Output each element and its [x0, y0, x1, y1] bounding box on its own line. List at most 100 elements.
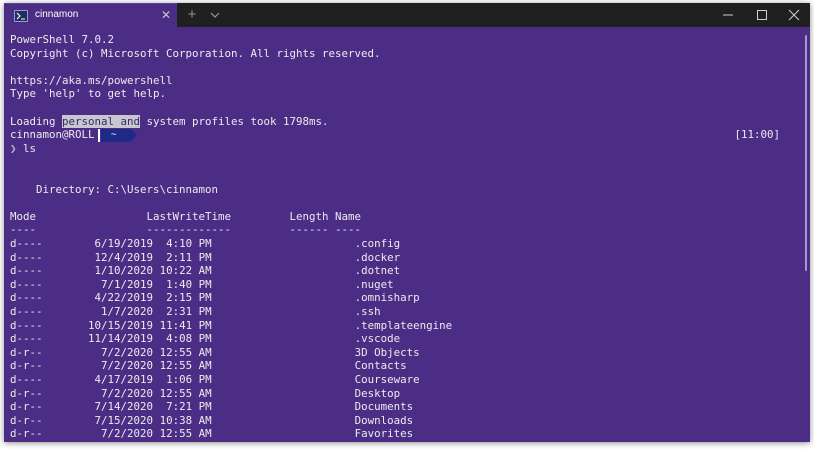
row-mode: d----	[10, 305, 43, 318]
header-line: https://aka.ms/powershell	[10, 73, 173, 87]
row-time: 1:06 PM	[166, 373, 212, 386]
row-date: 1/7/2020	[101, 305, 154, 318]
row-time: 4:10 PM	[166, 237, 212, 250]
row-date: 7/15/2020	[94, 413, 154, 427]
new-tab-button[interactable]: +	[183, 6, 201, 24]
command-line: ❯ ls	[10, 142, 36, 156]
row-name: .templateengine	[354, 318, 453, 332]
close-icon	[788, 9, 800, 21]
row-time: 12:55 AM	[159, 386, 212, 400]
row-name: Downloads	[354, 413, 414, 427]
loading-prefix: Loading	[10, 114, 63, 128]
minimize-button[interactable]	[712, 3, 744, 27]
table-row: d-r-- 7/15/2020 10:38 AM Downloads	[10, 414, 413, 428]
row-time: 10:22 AM	[159, 264, 212, 278]
row-date: 7/14/2020	[94, 400, 154, 414]
row-mode: d----	[10, 277, 43, 291]
row-date: 1/10/2020	[94, 264, 154, 278]
row-name: .omnisharp	[354, 291, 420, 305]
command-text: ls	[23, 141, 37, 155]
chevron-down-icon[interactable]	[206, 6, 224, 24]
row-mode: d-r--	[10, 359, 43, 373]
row-time: 10:38 AM	[159, 413, 212, 427]
row-mode: d----	[10, 373, 43, 386]
header-line: Copyright (c) Microsoft Corporation. All…	[10, 46, 381, 60]
table-row: d---- 4/22/2019 2:15 PM .omnisharp	[10, 291, 420, 305]
row-mode: d-r--	[10, 400, 43, 414]
row-mode: d----	[10, 264, 43, 278]
row-time: 2:11 PM	[166, 250, 212, 264]
scrollbar-thumb[interactable]	[805, 35, 807, 271]
text-selection[interactable]: personal and	[62, 114, 141, 128]
table-row: d---- 7/1/2019 1:40 PM .nuget	[10, 278, 394, 292]
row-mode: d----	[10, 250, 43, 264]
row-mode: d-r--	[10, 427, 43, 441]
row-name: Favorites	[354, 427, 414, 441]
row-time: 12:55 AM	[159, 359, 212, 373]
row-name: .nuget	[354, 277, 394, 291]
table-header: Mode LastWriteTime Length Name	[10, 209, 362, 223]
row-date: 4/22/2019	[94, 291, 154, 305]
row-name: .dotnet	[354, 264, 401, 278]
minimize-icon	[723, 14, 733, 16]
row-name: .ssh	[354, 305, 381, 318]
row-mode: d----	[10, 318, 43, 332]
row-date: 4/17/2019	[94, 373, 154, 386]
title-bar: cinnamon ✕ +	[4, 3, 810, 27]
row-mode: d-r--	[10, 413, 43, 427]
row-date: 7/2/2020	[101, 359, 154, 373]
table-row: d---- 10/15/2019 11:41 PM .templateengin…	[10, 319, 452, 333]
row-time: 11:41 PM	[159, 318, 212, 332]
terminal-output[interactable]: PowerShell 7.0.2 Copyright (c) Microsoft…	[4, 27, 802, 442]
tab-close-icon[interactable]: ✕	[160, 8, 172, 22]
table-row: d---- 1/7/2020 2:31 PM .ssh	[10, 305, 381, 319]
table-row: d---- 12/4/2019 2:11 PM .docker	[10, 251, 400, 265]
table-row: d-r-- 7/2/2020 12:55 AM Desktop	[10, 387, 400, 401]
terminal-window: cinnamon ✕ + PowerShell 7.0.2 Copyright …	[4, 3, 810, 442]
row-mode: d-r--	[10, 345, 43, 359]
row-time: 2:31 PM	[166, 305, 212, 318]
tab-title: cinnamon	[35, 9, 79, 20]
close-button[interactable]	[778, 3, 810, 27]
row-time: 2:15 PM	[166, 291, 212, 305]
tab-cinnamon[interactable]: cinnamon ✕	[4, 3, 177, 27]
table-row: d-r-- 7/2/2020 12:55 AM Favorites	[10, 427, 413, 441]
row-date: 12/4/2019	[94, 250, 154, 264]
table-row: d---- 4/17/2019 1:06 PM Courseware	[10, 373, 420, 387]
loading-line: Loading personal and system profiles too…	[10, 114, 329, 129]
prompt-segment-edge	[98, 128, 100, 142]
row-date: 7/2/2020	[101, 345, 154, 359]
scrollbar[interactable]	[802, 27, 810, 442]
row-name: Courseware	[354, 373, 420, 386]
row-name: 3D Objects	[354, 345, 420, 359]
row-date: 7/2/2020	[101, 427, 154, 441]
row-mode: d----	[10, 237, 43, 250]
row-mode: d-r--	[10, 386, 43, 400]
row-time: 4:08 PM	[166, 332, 212, 346]
table-row: d---- 1/10/2020 10:22 AM .dotnet	[10, 264, 400, 278]
table-rule: ---- ------------- ------ ----	[10, 223, 362, 237]
row-date: 11/14/2019	[88, 332, 154, 346]
table-row: d-r-- 7/14/2020 7:21 PM Documents	[10, 400, 413, 414]
header-line: Type 'help' to get help.	[10, 87, 167, 101]
row-name: .config	[354, 237, 401, 250]
row-mode: d----	[10, 291, 43, 305]
prompt-path: ~	[111, 129, 117, 140]
prompt-arrow: ❯	[10, 141, 17, 155]
loading-suffix: system profiles took 1798ms.	[140, 114, 329, 128]
prompt-user-host: cinnamon@ROLL	[10, 128, 95, 142]
prompt-clock: [11:00]	[734, 128, 780, 142]
row-name: Contacts	[354, 359, 407, 373]
row-date: 6/19/2019	[94, 237, 154, 250]
table-row: d---- 6/19/2019 4:10 PM .config	[10, 237, 400, 251]
row-time: 1:40 PM	[166, 277, 212, 291]
maximize-icon	[757, 10, 767, 20]
row-date: 7/1/2019	[101, 277, 154, 291]
row-date: 7/2/2020	[101, 386, 154, 400]
row-date: 10/15/2019	[88, 318, 154, 332]
maximize-button[interactable]	[746, 3, 778, 27]
table-row: d-r-- 7/2/2020 12:55 AM 3D Objects	[10, 346, 420, 360]
table-row: d-r-- 7/2/2020 12:55 AM Contacts	[10, 359, 407, 373]
table-row: d---- 11/14/2019 4:08 PM .vscode	[10, 332, 400, 346]
row-time: 12:55 AM	[159, 345, 212, 359]
